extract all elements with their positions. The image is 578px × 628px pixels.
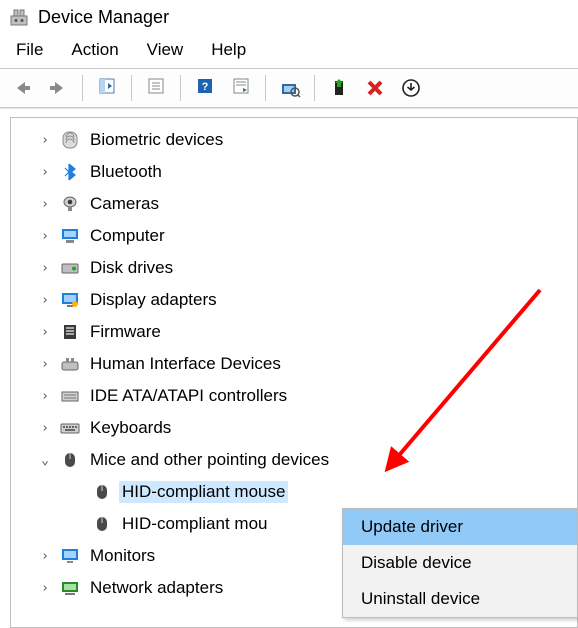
update-driver-button[interactable] — [323, 73, 355, 103]
context-menu-update-driver[interactable]: Update driver — [343, 509, 577, 545]
tree-item-label: Keyboards — [87, 417, 174, 439]
tree-child-item[interactable]: HID-compliant mouse — [11, 476, 577, 508]
properties-button[interactable] — [140, 73, 172, 103]
scan-hardware-button[interactable] — [274, 73, 306, 103]
tree-item-mouse[interactable]: ⌄ Mice and other pointing devices — [11, 444, 577, 476]
tree-item-firmware[interactable]: › Firmware — [11, 316, 577, 348]
help-button[interactable]: ? — [189, 73, 221, 103]
menu-help[interactable]: Help — [211, 40, 246, 60]
tree-item-bluetooth[interactable]: › Bluetooth — [11, 156, 577, 188]
toolbar-separator — [131, 75, 132, 101]
tree-item-label: Mice and other pointing devices — [87, 449, 332, 471]
toolbar-separator — [82, 75, 83, 101]
chevron-right-icon[interactable]: › — [37, 357, 53, 372]
context-menu-uninstall-device[interactable]: Uninstall device — [343, 581, 577, 617]
toolbar: ? — [0, 68, 578, 108]
menu-action[interactable]: Action — [71, 40, 118, 60]
tree-item-camera[interactable]: › Cameras — [11, 188, 577, 220]
chevron-right-icon[interactable]: › — [37, 165, 53, 180]
network-icon — [59, 577, 81, 599]
camera-icon — [59, 193, 81, 215]
bluetooth-icon — [59, 161, 81, 183]
tree-item-disk[interactable]: › Disk drives — [11, 252, 577, 284]
mouse-icon — [91, 513, 113, 535]
monitor-icon — [59, 545, 81, 567]
biometric-icon — [59, 129, 81, 151]
ide-icon — [59, 385, 81, 407]
chevron-down-icon[interactable]: ⌄ — [37, 453, 53, 468]
chevron-right-icon[interactable]: › — [37, 325, 53, 340]
chevron-right-icon[interactable]: › — [37, 389, 53, 404]
title-bar: Device Manager — [0, 0, 578, 34]
tree-item-label: Cameras — [87, 193, 162, 215]
tree-item-label: IDE ATA/ATAPI controllers — [87, 385, 290, 407]
disk-icon — [59, 257, 81, 279]
toolbar-separator — [265, 75, 266, 101]
action-menu-button[interactable] — [225, 73, 257, 103]
tree-item-label: Bluetooth — [87, 161, 165, 183]
tree-item-display[interactable]: › Display adapters — [11, 284, 577, 316]
tree-item-keyboard[interactable]: › Keyboards — [11, 412, 577, 444]
app-icon — [8, 6, 30, 28]
tree-item-label: HID-compliant mouse — [119, 481, 288, 503]
tree-item-label: HID-compliant mou — [119, 513, 271, 535]
firmware-icon — [59, 321, 81, 343]
back-button[interactable] — [6, 73, 38, 103]
menu-file[interactable]: File — [16, 40, 43, 60]
tree-item-hid[interactable]: › Human Interface Devices — [11, 348, 577, 380]
chevron-right-icon[interactable]: › — [37, 421, 53, 436]
context-menu: Update driver Disable device Uninstall d… — [342, 508, 578, 618]
chevron-right-icon[interactable]: › — [37, 293, 53, 308]
uninstall-device-button[interactable] — [359, 73, 391, 103]
forward-button[interactable] — [42, 73, 74, 103]
tree-item-label: Disk drives — [87, 257, 176, 279]
context-menu-disable-device[interactable]: Disable device — [343, 545, 577, 581]
tree-item-label: Biometric devices — [87, 129, 226, 151]
tree-item-label: Display adapters — [87, 289, 220, 311]
keyboard-icon — [59, 417, 81, 439]
tree-item-biometric[interactable]: › Biometric devices — [11, 124, 577, 156]
tree-item-label: Firmware — [87, 321, 164, 343]
chevron-right-icon[interactable]: › — [37, 261, 53, 276]
tree-item-label: Computer — [87, 225, 168, 247]
mouse-icon — [91, 481, 113, 503]
tree-item-label: Monitors — [87, 545, 158, 567]
computer-icon — [59, 225, 81, 247]
mouse-icon — [59, 449, 81, 471]
tree-item-label: Human Interface Devices — [87, 353, 284, 375]
chevron-right-icon[interactable]: › — [37, 581, 53, 596]
chevron-right-icon[interactable]: › — [37, 133, 53, 148]
window-title: Device Manager — [38, 7, 169, 28]
chevron-right-icon[interactable]: › — [37, 549, 53, 564]
toolbar-separator — [180, 75, 181, 101]
tree-item-label: Network adapters — [87, 577, 226, 599]
show-hide-console-tree-button[interactable] — [91, 73, 123, 103]
tree-item-computer[interactable]: › Computer — [11, 220, 577, 252]
display-icon — [59, 289, 81, 311]
chevron-right-icon[interactable]: › — [37, 229, 53, 244]
svg-text:?: ? — [202, 81, 209, 93]
hid-icon — [59, 353, 81, 375]
chevron-right-icon[interactable]: › — [37, 197, 53, 212]
tree-item-ide[interactable]: › IDE ATA/ATAPI controllers — [11, 380, 577, 412]
disable-device-button[interactable] — [395, 73, 427, 103]
menu-bar: File Action View Help — [0, 34, 578, 68]
toolbar-separator — [314, 75, 315, 101]
menu-view[interactable]: View — [147, 40, 184, 60]
